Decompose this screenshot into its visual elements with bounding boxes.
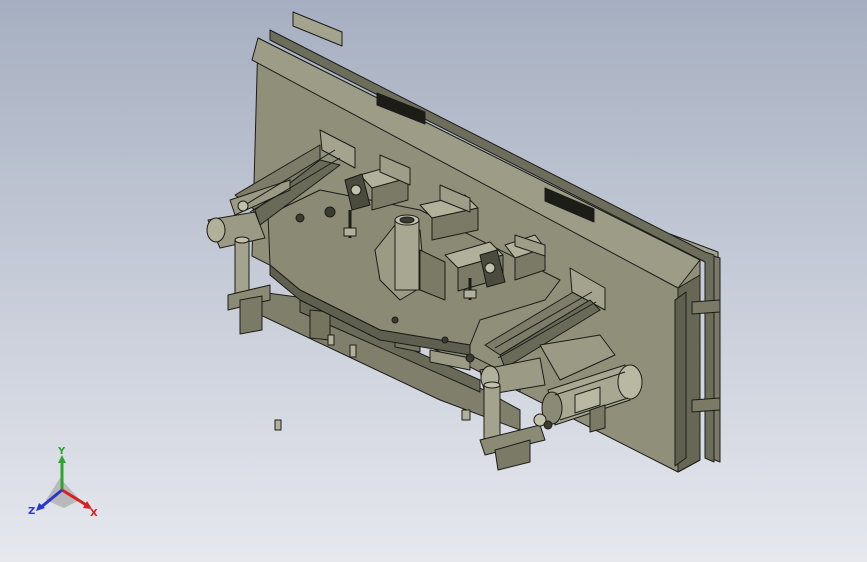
z-axis-label: Z	[28, 506, 35, 517]
cad-graphics-viewport[interactable]: Y X Z	[0, 0, 867, 562]
y-axis-label: Y	[57, 446, 66, 457]
cad-scene[interactable]: Y X Z	[0, 0, 867, 562]
x-axis-label: X	[90, 508, 98, 519]
